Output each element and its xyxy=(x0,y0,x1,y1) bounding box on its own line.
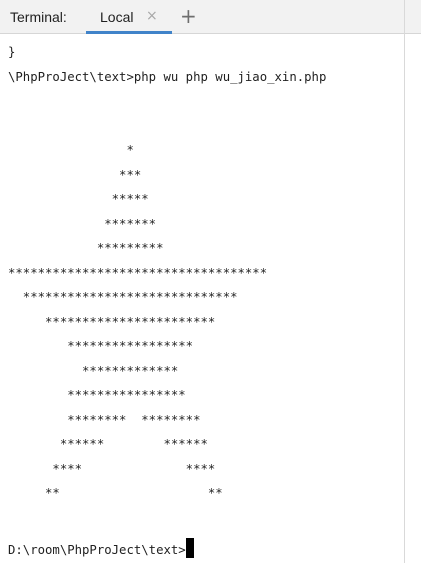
terminal-output-line: *** xyxy=(8,167,142,182)
terminal-title: Terminal: xyxy=(10,9,67,25)
terminal-output-line: ***************************** xyxy=(8,290,238,304)
tab-local-label: Local xyxy=(100,9,134,25)
terminal-output-line: * xyxy=(8,143,134,157)
terminal-output-line: *********************** xyxy=(8,314,216,329)
terminal-output-line: **************** xyxy=(8,388,186,402)
terminal-cursor xyxy=(185,538,194,558)
terminal-output-line: ******** ******** xyxy=(8,412,201,427)
right-edge-divider xyxy=(404,0,405,563)
terminal-output-line: } xyxy=(8,45,16,59)
terminal-output-line: ***** xyxy=(8,192,149,206)
terminal-prompt: D:\room\PhpProJect\text> xyxy=(8,543,186,557)
terminal-output: } \PhpProJect\text>php wu php wu_jiao_xin… xyxy=(8,40,326,506)
new-tab-plus-icon[interactable]: + xyxy=(180,4,197,28)
terminal-output-line: ***************** xyxy=(8,339,194,353)
terminal-output-line: **** **** xyxy=(8,461,216,476)
terminal-output-line: ************* xyxy=(8,363,179,378)
terminal-tab-bar: Terminal: Local × + xyxy=(0,0,421,34)
tab-local[interactable]: Local × xyxy=(86,0,172,34)
terminal-output-line: ********* xyxy=(8,241,164,255)
terminal-output-line: ** ** xyxy=(8,486,223,500)
terminal-output-line: \PhpProJect\text>php wu php wu_jiao_xin.… xyxy=(8,69,327,84)
close-icon[interactable]: × xyxy=(146,8,158,24)
terminal-prompt-line[interactable]: D:\room\PhpProJect\text> xyxy=(8,538,194,562)
terminal-output-line: *********************************** xyxy=(8,265,268,280)
terminal-output-line: ****** ****** xyxy=(8,437,208,451)
terminal-output-line: ******* xyxy=(8,216,157,231)
